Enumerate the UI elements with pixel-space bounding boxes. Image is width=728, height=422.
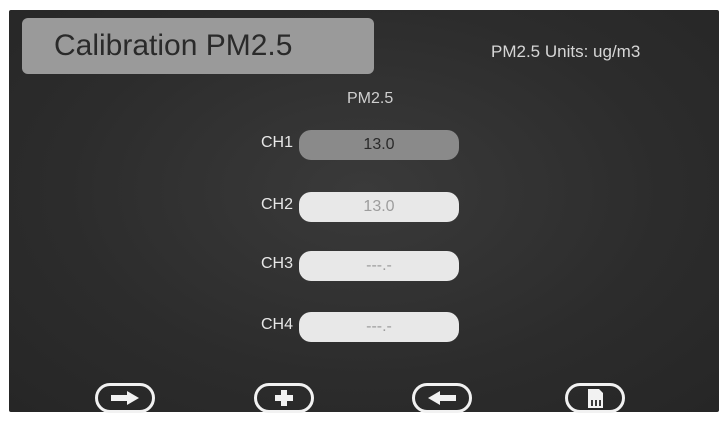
page-title: Calibration PM2.5 — [22, 18, 374, 74]
arrow-right-icon — [111, 391, 139, 405]
channel-value-field[interactable]: ---.- — [299, 251, 459, 281]
plus-icon — [275, 390, 293, 406]
channel-row-ch4: CH4 ---.- — [247, 312, 477, 342]
channel-label: CH2 — [260, 196, 293, 213]
next-button[interactable] — [95, 383, 155, 413]
add-button[interactable] — [254, 383, 314, 413]
back-button[interactable] — [412, 383, 472, 413]
channel-value-field[interactable]: ---.- — [299, 312, 459, 342]
channel-value-field[interactable]: 13.0 — [299, 130, 459, 160]
channel-label: CH3 — [260, 255, 293, 272]
channel-row-ch1: CH1 13.0 — [247, 130, 477, 160]
units-label: PM2.5 Units: ug/m3 — [491, 42, 641, 61]
memory-card-icon — [588, 389, 603, 408]
channel-value-field[interactable]: 13.0 — [299, 192, 459, 222]
arrow-left-icon — [428, 391, 456, 405]
channel-label: CH1 — [260, 134, 293, 151]
save-button[interactable] — [565, 383, 625, 413]
column-header-pm25: PM2.5 — [347, 90, 394, 107]
device-screen: Calibration PM2.5 PM2.5 Units: ug/m3 PM2… — [9, 10, 719, 413]
channel-label: CH4 — [260, 316, 293, 333]
channel-row-ch2: CH2 13.0 — [247, 192, 477, 222]
channel-row-ch3: CH3 ---.- — [247, 251, 477, 281]
